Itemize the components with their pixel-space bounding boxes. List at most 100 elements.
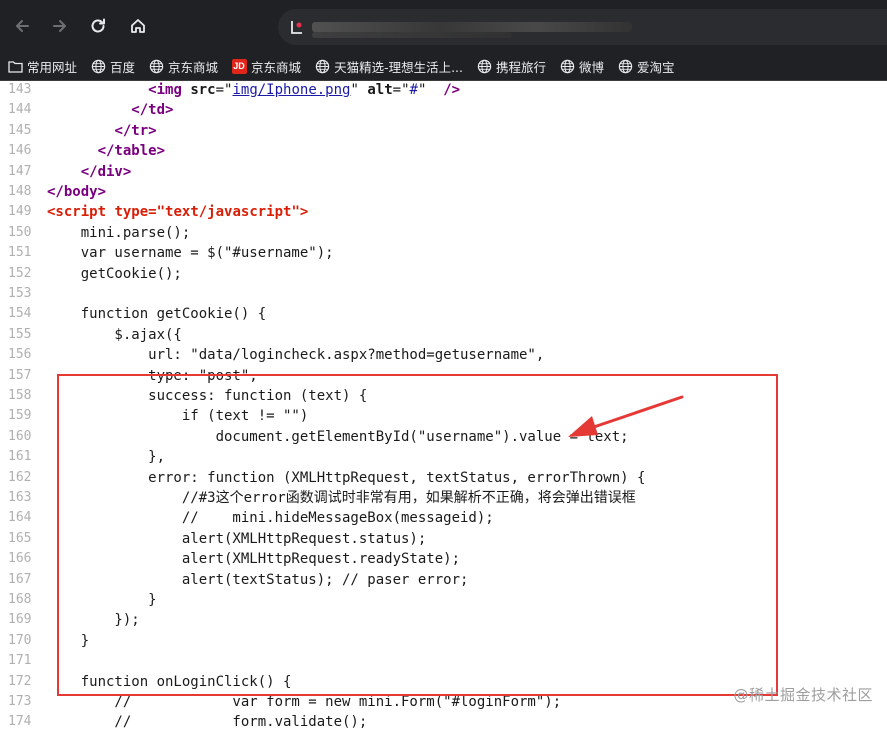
bookmark-tmall[interactable]: 天猫精选-理想生活上... bbox=[307, 52, 469, 80]
code-text: //#3这个error函数调试时非常有用，如果解析不正确，将会弹出错误框 bbox=[47, 490, 636, 506]
forward-arrow-icon bbox=[53, 20, 66, 32]
line-number: 170 bbox=[8, 632, 32, 648]
jd-logo-icon: JD bbox=[231, 58, 247, 74]
bookmark-label: 天猫精选-理想生活上... bbox=[334, 59, 463, 75]
code-text: success: function (text) { bbox=[47, 388, 368, 404]
bookmark-label: 携程旅行 bbox=[496, 59, 547, 75]
line-number: 169 bbox=[8, 612, 32, 628]
code-text: alert(XMLHttpRequest.status); bbox=[47, 530, 427, 547]
line-number: 163 bbox=[8, 490, 32, 505]
line-number: 154 bbox=[8, 306, 32, 322]
code-text: if (text != "") bbox=[47, 408, 309, 425]
code-text: error: function (XMLHttpRequest, textSta… bbox=[47, 469, 646, 486]
code-text: alert(XMLHttpRequest.readyState); bbox=[47, 551, 461, 568]
back-button[interactable] bbox=[6, 10, 38, 42]
globe-icon bbox=[90, 58, 106, 74]
line-number: 173 bbox=[8, 694, 32, 709]
line-number: 153 bbox=[8, 286, 32, 301]
bookmark-label: 爱淘宝 bbox=[637, 59, 675, 75]
line-number: 159 bbox=[8, 408, 32, 424]
blurred-url bbox=[312, 22, 632, 32]
globe-icon bbox=[476, 58, 492, 74]
line-number: 145 bbox=[8, 122, 32, 138]
globe-icon bbox=[559, 58, 575, 74]
reload-button[interactable] bbox=[82, 10, 114, 42]
forward-button[interactable] bbox=[44, 10, 76, 42]
line-number: 151 bbox=[8, 245, 32, 261]
code-text: </td> bbox=[131, 102, 174, 119]
line-number: 148 bbox=[8, 184, 32, 199]
code-text: // mini.hideMessageBox(messageid); bbox=[47, 510, 494, 527]
code-text: } bbox=[47, 632, 90, 649]
reload-icon bbox=[91, 18, 105, 33]
code-text: </div> bbox=[80, 163, 132, 180]
line-number: 162 bbox=[8, 469, 32, 485]
bookmark-jd-2[interactable]: JD 京东商城 bbox=[224, 52, 307, 80]
code-text: $.ajax({ bbox=[47, 326, 182, 343]
bookmark-label: 微博 bbox=[579, 59, 605, 75]
line-number: 166 bbox=[8, 551, 32, 567]
home-button[interactable] bbox=[122, 10, 154, 42]
blurred-url-secondary bbox=[312, 32, 512, 38]
line-number: 168 bbox=[8, 592, 32, 607]
code-text: // var form = new mini.Form("#loginForm"… bbox=[47, 694, 562, 710]
line-number: 144 bbox=[8, 102, 32, 118]
bookmark-baidu[interactable]: 百度 bbox=[83, 52, 141, 80]
line-number: 152 bbox=[8, 265, 32, 281]
code-text: getCookie(); bbox=[47, 265, 182, 282]
line-number: 147 bbox=[8, 163, 32, 179]
bookmark-folder-common[interactable]: 常用网址 bbox=[0, 52, 83, 80]
line-number: 143 bbox=[8, 82, 32, 97]
code-text: </tr> bbox=[114, 122, 157, 139]
code-text: <img src="img/Iphone.png" alt="#" /> bbox=[148, 82, 461, 98]
code-text: mini.parse(); bbox=[47, 224, 191, 241]
code-text: </body> bbox=[47, 184, 107, 200]
bookmarks-bar: 常用网址 百度 京东商城 JD 京东商城 天猫精选-理想生活上... 携程旅行 … bbox=[0, 52, 887, 81]
line-number: 160 bbox=[8, 428, 32, 444]
code-text: type: "post", bbox=[47, 367, 258, 384]
line-number: 171 bbox=[8, 653, 32, 669]
line-number: 165 bbox=[8, 530, 32, 546]
bookmark-label: 京东商城 bbox=[168, 59, 219, 75]
bookmark-jd-1[interactable]: 京东商城 bbox=[141, 52, 224, 80]
globe-icon bbox=[148, 58, 164, 74]
back-arrow-icon bbox=[16, 20, 29, 32]
code-text: }, bbox=[47, 449, 166, 466]
code-text: function getCookie() { bbox=[47, 306, 267, 323]
bookmark-ctrip[interactable]: 携程旅行 bbox=[469, 52, 552, 80]
globe-icon bbox=[314, 58, 330, 74]
line-number: 174 bbox=[8, 714, 32, 730]
folder-icon bbox=[7, 58, 23, 74]
code-text: // form.validate(); bbox=[47, 714, 368, 731]
code-text: function onLoginClick() { bbox=[47, 673, 292, 690]
line-number: 158 bbox=[8, 388, 32, 403]
bookmark-label: 常用网址 bbox=[27, 59, 78, 75]
globe-icon bbox=[617, 58, 633, 74]
jd-logo-text: JD bbox=[231, 58, 247, 74]
code-text: var username = $("#username"); bbox=[47, 245, 334, 262]
home-icon bbox=[131, 19, 145, 33]
code-text: document.getElementById("username").valu… bbox=[47, 428, 629, 445]
line-number: 167 bbox=[8, 571, 32, 587]
line-number: 161 bbox=[8, 449, 32, 465]
code-text: alert(textStatus); // paser error; bbox=[47, 571, 469, 588]
bookmark-label: 京东商城 bbox=[251, 59, 302, 75]
code-text: </table> bbox=[97, 143, 166, 160]
line-number: 157 bbox=[8, 367, 32, 383]
bookmark-label: 百度 bbox=[110, 59, 136, 75]
bookmark-aitaobao[interactable]: 爱淘宝 bbox=[610, 52, 681, 80]
line-number: 172 bbox=[8, 673, 32, 689]
line-number: 146 bbox=[8, 143, 32, 159]
line-number: 149 bbox=[8, 204, 32, 220]
line-number: 164 bbox=[8, 510, 32, 526]
page-info-icon bbox=[291, 21, 302, 34]
bookmark-weibo[interactable]: 微博 bbox=[552, 52, 610, 80]
browser-toolbar bbox=[0, 0, 887, 52]
watermark: @稀土掘金技术社区 bbox=[733, 686, 873, 704]
line-number: 155 bbox=[8, 326, 32, 342]
line-number: 156 bbox=[8, 347, 32, 363]
address-bar[interactable] bbox=[278, 9, 887, 45]
code-text: }); bbox=[47, 612, 140, 629]
code-text: <script type="text/javascript"> bbox=[47, 204, 309, 221]
code-text: url: "data/logincheck.aspx?method=getuse… bbox=[47, 347, 545, 364]
